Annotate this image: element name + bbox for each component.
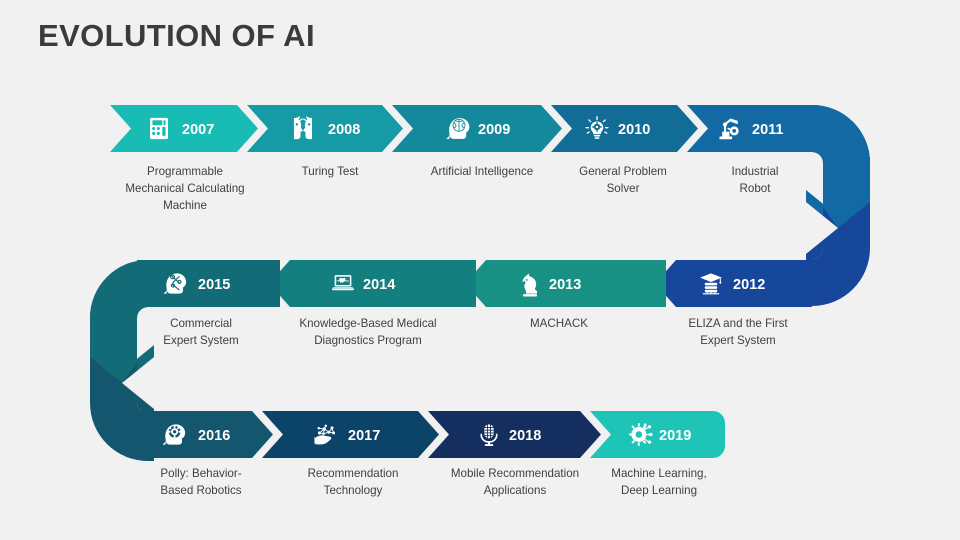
label-2016: Polly: Behavior- Based Robotics — [160, 467, 242, 497]
timeline-item-2014[interactable]: 2014 — [269, 260, 476, 307]
timeline-item-2012[interactable]: 2012 — [655, 260, 812, 307]
label-2015: Commercial Expert System — [163, 317, 239, 347]
timeline-item-2013[interactable]: 2013 — [465, 260, 666, 307]
timeline-row-2: 2012 2013 2014 2015 — [137, 260, 812, 307]
timeline-row-1: 2007 2008 2009 2010 2011 — [110, 105, 812, 152]
year-2014: 2014 — [363, 277, 395, 293]
timeline-item-2010[interactable]: 2010 — [551, 105, 698, 152]
label-2017: Recommendation Technology — [307, 467, 399, 497]
timeline-row-3: 2016 2017 2018 2019 — [137, 411, 725, 458]
calculator-icon — [149, 117, 169, 140]
timeline-item-2018[interactable]: 2018 — [428, 411, 601, 458]
timeline-item-2009[interactable]: 2009 — [392, 105, 562, 152]
timeline-item-2019[interactable]: 2019 — [590, 411, 725, 458]
year-2008: 2008 — [328, 122, 360, 138]
year-2010: 2010 — [618, 122, 650, 138]
year-2015: 2015 — [198, 277, 230, 293]
timeline-item-2017[interactable]: 2017 — [262, 411, 439, 458]
year-2007: 2007 — [182, 122, 214, 138]
timeline-graphic: 2007 2008 2009 2010 2011 2012 2013 2014 … — [90, 105, 870, 461]
label-2007: Programmable Mechanical Calculating Mach… — [125, 165, 245, 212]
year-2011: 2011 — [752, 122, 783, 138]
label-2019: Machine Learning, Deep Learning — [611, 467, 707, 497]
laptop-heart-icon — [331, 274, 355, 291]
label-2010: General Problem Solver — [579, 165, 667, 195]
timeline-item-2008[interactable]: 2008 — [247, 105, 403, 152]
label-2018: Mobile Recommendation Applications — [450, 467, 580, 497]
label-2009: Artificial Intelligence — [430, 165, 534, 178]
label-2013: MACHACK — [530, 317, 588, 330]
label-2014: Knowledge-Based Medical Diagnostics Prog… — [299, 317, 437, 347]
label-2011: Industrial Robot — [731, 165, 779, 195]
year-2018: 2018 — [509, 428, 541, 444]
year-2016: 2016 — [198, 428, 230, 444]
timeline-item-2011[interactable]: 2011 — [687, 105, 812, 152]
year-2019: 2019 — [659, 428, 691, 444]
year-2013: 2013 — [549, 277, 581, 293]
timeline-item-2016[interactable]: 2016 — [137, 411, 273, 458]
slide-canvas: EVOLUTION OF AI 2007 2008 2009 2010 2011… — [0, 0, 960, 540]
label-2012: ELIZA and the First Expert System — [688, 317, 788, 347]
timeline-item-2007[interactable]: 2007 — [110, 105, 258, 152]
year-2012: 2012 — [733, 277, 765, 293]
label-2008: Turing Test — [301, 165, 359, 178]
year-2009: 2009 — [478, 122, 510, 138]
year-2017: 2017 — [348, 428, 380, 444]
